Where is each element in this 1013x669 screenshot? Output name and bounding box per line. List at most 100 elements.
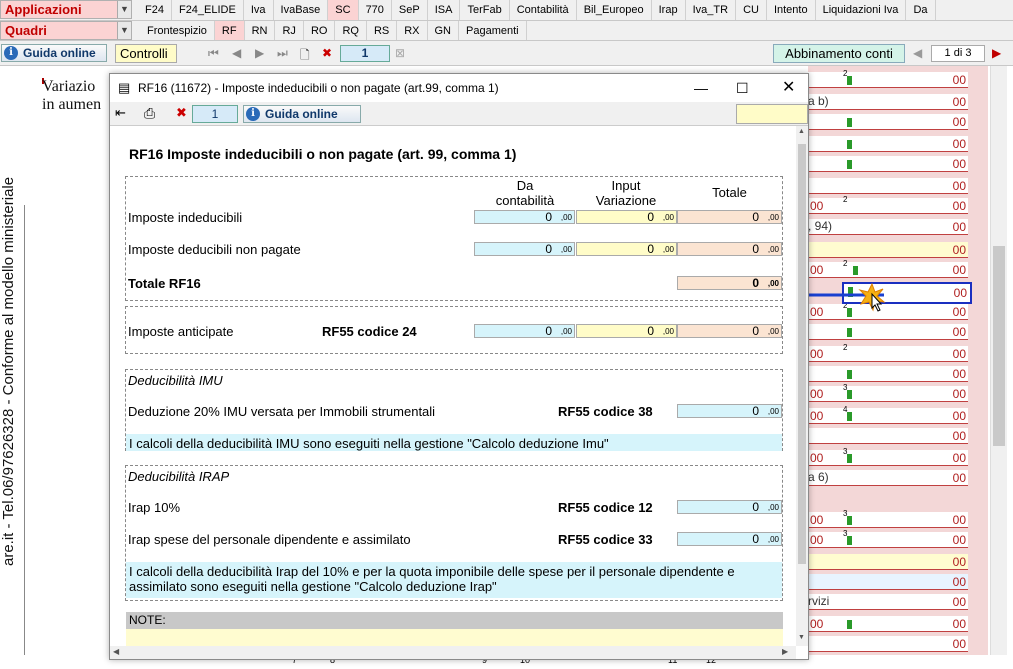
scroll-right-icon[interactable]: ▶ xyxy=(782,647,788,656)
right-form-row[interactable]: 00 3 00 xyxy=(808,447,968,466)
prev-page-icon[interactable]: ◀ xyxy=(232,46,241,60)
right-form-row[interactable]: a 6) 00 xyxy=(808,470,968,486)
right-form-row[interactable]: 00 2 00 xyxy=(808,195,968,214)
clear-page-icon[interactable]: ⊠ xyxy=(395,46,405,60)
abbinamento-conti-button[interactable]: Abbinamento conti xyxy=(773,44,905,63)
main-vertical-scrollbar[interactable] xyxy=(990,66,1007,666)
tab-sc[interactable]: SC xyxy=(328,0,359,20)
indeducibili-input[interactable]: 0,00 xyxy=(576,210,677,224)
print-icon[interactable]: ⎙ xyxy=(144,105,155,122)
dialog-scroll-thumb[interactable] xyxy=(798,144,806,564)
dialog-horizontal-scrollbar[interactable]: ◀ ▶ xyxy=(110,646,796,659)
tab-iva-tr[interactable]: Iva_TR xyxy=(686,0,737,20)
deducibili-input[interactable]: 0,00 xyxy=(576,242,677,256)
scroll-left-icon[interactable]: ◀ xyxy=(113,647,119,656)
close-icon[interactable]: ✕ xyxy=(782,74,795,102)
guida-online-button[interactable]: i Guida online xyxy=(1,44,107,62)
right-form-row[interactable]: 00 xyxy=(808,428,968,444)
row-value: 00 xyxy=(952,220,966,234)
quadri-bar: Quadri ▼ Frontespizio RF RN RJ RO RQ RS RX GN Pag… xyxy=(0,21,1013,41)
tab-liquidazioni-iva[interactable]: Liquidazioni Iva xyxy=(816,0,907,20)
tab-terfab[interactable]: TerFab xyxy=(460,0,510,20)
right-form-row[interactable]: , 94) 00 xyxy=(808,219,968,235)
right-form-row[interactable]: 00 xyxy=(808,554,968,570)
right-form-row[interactable]: 00 3 00 xyxy=(808,509,968,528)
right-form-row[interactable]: 00 xyxy=(808,242,968,258)
right-form-row[interactable]: 00 xyxy=(808,636,968,652)
right-form-row[interactable]: 00 xyxy=(808,178,968,194)
dialog-title: RF16 (11672) - Imposte indeducibili o no… xyxy=(138,81,499,95)
tab-gn[interactable]: GN xyxy=(428,21,459,40)
first-page-icon[interactable]: ⏮ xyxy=(208,46,219,61)
dialog-yellow-field[interactable] xyxy=(736,104,808,124)
prev-icon[interactable]: ◀ xyxy=(913,46,922,60)
right-form-row[interactable]: 00 xyxy=(808,366,968,382)
right-form-row[interactable]: 00 xyxy=(808,114,968,130)
tab-770[interactable]: 770 xyxy=(359,0,392,20)
right-form-row[interactable]: 00 xyxy=(808,136,968,152)
tab-isa[interactable]: ISA xyxy=(428,0,461,20)
tab-sep[interactable]: SeP xyxy=(392,0,428,20)
chevron-down-icon[interactable]: ▼ xyxy=(117,1,131,18)
right-form-row[interactable]: 00 xyxy=(808,324,968,340)
scroll-down-icon[interactable]: ▼ xyxy=(798,634,805,641)
tab-da[interactable]: Da xyxy=(906,0,936,20)
tab-irap[interactable]: Irap xyxy=(652,0,686,20)
right-form-row[interactable]: 00 2 00 xyxy=(808,343,968,362)
tab-f24[interactable]: F24 xyxy=(138,0,172,20)
right-form-row[interactable]: a b) 00 xyxy=(808,94,968,110)
right-form-row[interactable]: 00 xyxy=(808,156,968,172)
last-page-icon[interactable]: ⏭ xyxy=(277,46,288,61)
tab-ivabase[interactable]: IvaBase xyxy=(274,0,329,20)
tab-f24-elide[interactable]: F24_ELIDE xyxy=(172,0,244,20)
tab-rj[interactable]: RJ xyxy=(275,21,304,40)
tab-pagamenti[interactable]: Pagamenti xyxy=(459,21,527,40)
tab-rq[interactable]: RQ xyxy=(335,21,367,40)
right-form-row[interactable]: 2 00 xyxy=(808,69,968,88)
scroll-up-icon[interactable]: ▲ xyxy=(798,128,805,135)
anticipate-input[interactable]: 0,00 xyxy=(576,324,677,338)
tab-intento[interactable]: Intento xyxy=(767,0,816,20)
anticipate-contabilita[interactable]: 0,00 xyxy=(474,324,575,338)
indeducibili-contabilita[interactable]: 0,00 xyxy=(474,210,575,224)
minimize-icon[interactable]: — xyxy=(694,74,708,102)
deducibili-contabilita[interactable]: 0,00 xyxy=(474,242,575,256)
tab-rs[interactable]: RS xyxy=(367,21,398,40)
quadri-dropdown[interactable]: Quadri ▼ xyxy=(0,21,132,40)
right-form-row[interactable]: 00 00 xyxy=(808,616,968,632)
scrollbar-thumb[interactable] xyxy=(993,246,1005,446)
right-form-row[interactable]: 00 xyxy=(808,574,968,590)
dialog-guida-online-button[interactable]: i Guida online xyxy=(243,105,361,123)
tab-rn[interactable]: RN xyxy=(245,21,276,40)
page-number[interactable]: 1 xyxy=(340,45,390,62)
right-form-row[interactable]: 00 4 00 xyxy=(808,405,968,424)
next-page-icon[interactable]: ▶ xyxy=(255,46,264,60)
tab-rx[interactable]: RX xyxy=(397,21,428,40)
dialog-page-number[interactable]: 1 xyxy=(192,105,238,123)
right-form-row[interactable]: rvizi 00 xyxy=(808,594,968,610)
tab-frontespizio[interactable]: Frontespizio xyxy=(140,21,215,40)
delete-icon[interactable]: ✖ xyxy=(176,105,187,121)
delete-page-icon[interactable]: ✖ xyxy=(322,46,332,60)
chevron-down-icon[interactable]: ▼ xyxy=(117,22,131,39)
irap-value-1[interactable]: 0,00 xyxy=(677,500,782,514)
controlli-button[interactable]: Controlli xyxy=(115,44,177,63)
irap-value-2[interactable]: 0,00 xyxy=(677,532,782,546)
new-page-icon[interactable]: 🗋 xyxy=(300,46,310,67)
maximize-icon[interactable]: ☐ xyxy=(736,74,749,102)
tab-rf[interactable]: RF xyxy=(214,21,245,40)
row-label: rvizi xyxy=(808,594,830,608)
tab-iva[interactable]: Iva xyxy=(244,0,274,20)
tab-bil-europeo[interactable]: Bil_Europeo xyxy=(577,0,652,20)
imu-value[interactable]: 0,00 xyxy=(677,404,782,418)
tab-ro[interactable]: RO xyxy=(304,21,336,40)
applicazioni-dropdown[interactable]: Applicazioni ▼ xyxy=(0,0,132,19)
right-form-row[interactable]: 00 2 00 xyxy=(808,259,968,278)
exit-icon[interactable]: ⇤ xyxy=(115,105,126,121)
right-form-row[interactable]: 00 3 00 xyxy=(808,529,968,548)
next-icon[interactable]: ▶ xyxy=(992,46,1001,60)
dialog-vertical-scrollbar[interactable]: ▲ ▼ xyxy=(796,126,808,646)
right-form-row[interactable]: 00 3 00 xyxy=(808,383,968,402)
tab-cu[interactable]: CU xyxy=(736,0,767,20)
tab-contabilit-[interactable]: Contabilità xyxy=(510,0,577,20)
